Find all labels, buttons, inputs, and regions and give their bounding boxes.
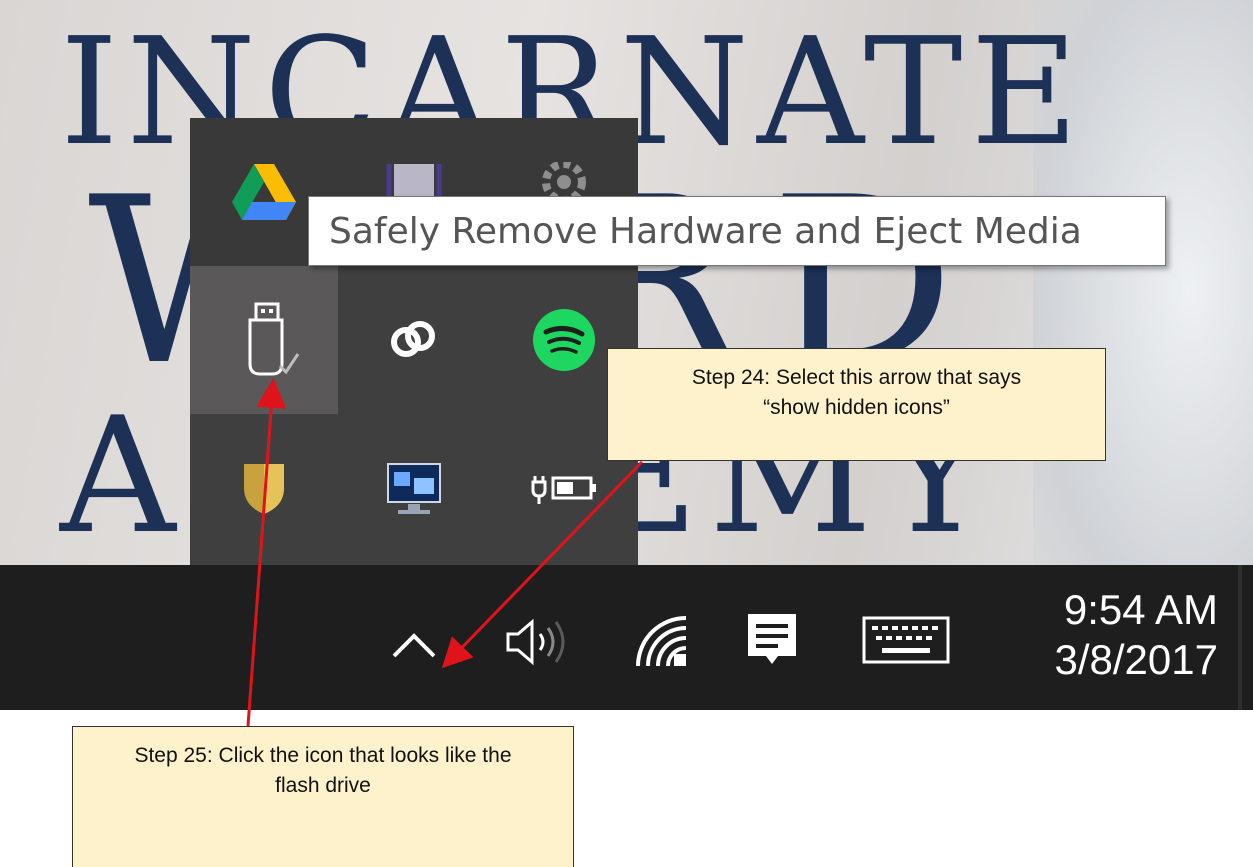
spotify-icon (533, 309, 595, 371)
callout-step-24: Step 24: Select this arrow that says “sh… (607, 348, 1106, 461)
display-monitor-icon (387, 463, 441, 514)
security-shield-icon (244, 464, 284, 514)
taskbar: 9:54 AM 3/8/2017 (0, 565, 1253, 710)
network-button[interactable] (630, 609, 694, 675)
show-desktop-divider[interactable] (1238, 565, 1242, 710)
tray-item-security[interactable] (190, 414, 338, 562)
google-drive-icon (232, 164, 296, 220)
tray-item-creative-cloud[interactable] (340, 266, 488, 414)
callout-step-25-line-2: flash drive (275, 774, 371, 797)
show-hidden-icons-button[interactable] (382, 613, 446, 677)
wifi-icon (636, 616, 687, 667)
taskbar-clock[interactable]: 9:54 AM 3/8/2017 (1000, 585, 1219, 685)
tray-item-usb-flash-drive[interactable] (190, 266, 338, 414)
hidden-icons-flyout (190, 118, 638, 565)
volume-button[interactable] (496, 607, 576, 677)
callout-step-24-line-2: “show hidden icons” (763, 396, 950, 419)
action-center-button[interactable] (740, 607, 804, 677)
creative-cloud-icon (391, 321, 435, 357)
callout-step-25: Step 25: Click the icon that looks like … (72, 726, 574, 867)
power-battery-icon (531, 476, 596, 504)
callout-step-25-line-1: Step 25: Click the icon that looks like … (134, 744, 512, 767)
clock-time: 9:54 AM (1063, 586, 1218, 633)
usb-flash-drive-icon (248, 302, 300, 376)
speaker-icon (506, 618, 565, 666)
keyboard-icon (862, 616, 950, 664)
tooltip-safely-remove-hardware: Safely Remove Hardware and Eject Media (308, 196, 1166, 266)
callout-step-24-line-1: Step 24: Select this arrow that says (691, 366, 1022, 389)
chevron-up-icon (392, 633, 436, 658)
clock-date: 3/8/2017 (1054, 636, 1219, 683)
tray-item-display[interactable] (340, 414, 488, 562)
notification-icon (748, 614, 796, 664)
touch-keyboard-button[interactable] (860, 610, 952, 670)
